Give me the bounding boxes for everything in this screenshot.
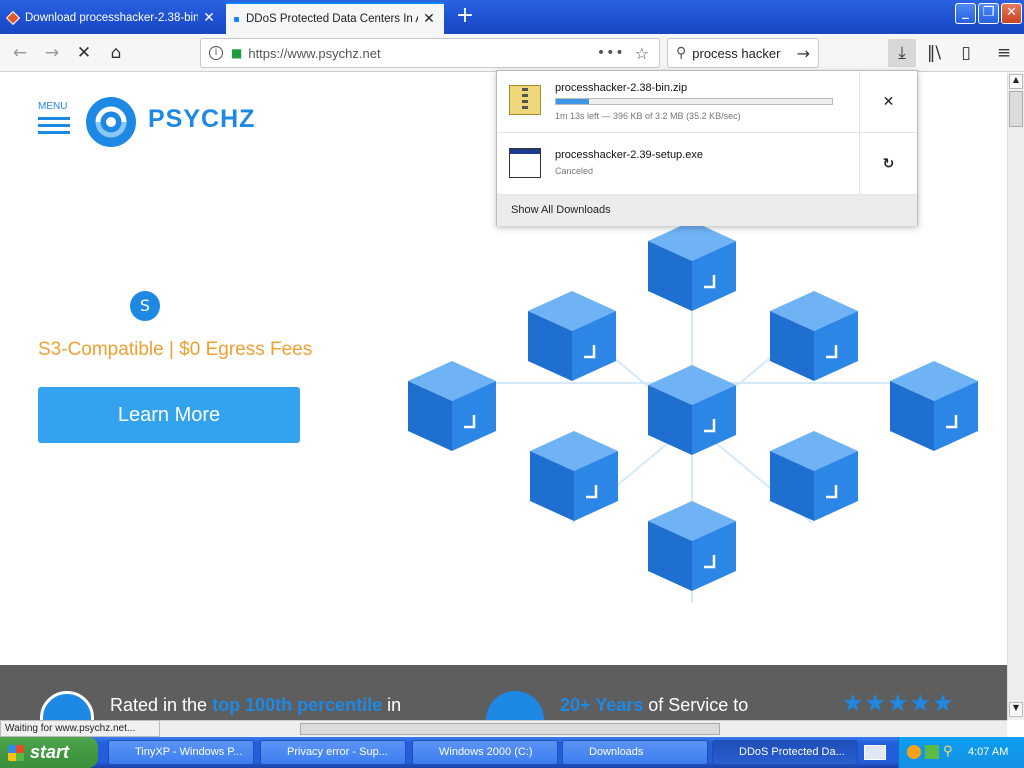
- stats-band: Rated in the top 100th percentile in 20+…: [0, 665, 1007, 720]
- diamond-icon: [5, 10, 21, 26]
- retry-icon: ↻: [882, 156, 895, 172]
- search-icon[interactable]: ⚲: [943, 744, 953, 759]
- url-bar[interactable]: i ■ https://www.psychz.net ••• ☆: [200, 38, 660, 68]
- datacenter-cubes-illustration: [406, 219, 980, 603]
- calendar-icon: [486, 691, 544, 720]
- cancel-icon: ✕: [882, 94, 895, 110]
- taskbar-item[interactable]: Downloads: [562, 740, 708, 765]
- search-input[interactable]: process hacker: [692, 46, 796, 61]
- info-icon[interactable]: i: [209, 46, 223, 60]
- close-tab-icon[interactable]: ✕: [422, 11, 436, 27]
- start-label: start: [30, 742, 70, 762]
- zip-file-icon: [509, 85, 541, 115]
- brand-name: PSYCHZ: [148, 105, 256, 133]
- tab-title: Download processhacker-2.38-bin: [25, 12, 198, 24]
- tab-title: DDoS Protected Data Centers In A: [246, 13, 418, 25]
- start-button[interactable]: start: [0, 737, 98, 768]
- taskbar-item[interactable]: TinyXP - Windows P...: [108, 740, 254, 765]
- close-tab-icon[interactable]: ✕: [202, 10, 216, 26]
- scroll-up-icon[interactable]: ▲: [1009, 74, 1023, 89]
- back-icon[interactable]: ←: [6, 39, 34, 67]
- menu-bar-2[interactable]: [38, 124, 70, 127]
- star-rating-icon: ★★★★★: [842, 689, 955, 717]
- tab-download-processhacker[interactable]: Download processhacker-2.38-bin ✕: [0, 2, 224, 34]
- tab-ddos-protected[interactable]: DDoS Protected Data Centers In A ✕: [226, 2, 444, 34]
- s-badge: S: [130, 291, 160, 321]
- minimize-button[interactable]: _: [955, 3, 976, 24]
- rating-text: Rated in the top 100th percentile in: [110, 695, 402, 715]
- download-status: Canceled: [555, 166, 594, 176]
- trust-badge-icon: [40, 691, 94, 720]
- keyboard-icon[interactable]: [864, 745, 886, 760]
- tray-icon[interactable]: [925, 745, 939, 759]
- cancel-download-button[interactable]: ✕: [859, 71, 917, 133]
- tagline: S3-Compatible | $0 Egress Fees: [38, 339, 313, 360]
- taskbar-item[interactable]: Windows 2000 (C:): [412, 740, 558, 765]
- download-item[interactable]: processhacker-2.39-setup.exe Canceled ↻: [497, 133, 917, 195]
- windows-logo-icon: [8, 745, 24, 761]
- page-actions-icon[interactable]: •••: [597, 45, 625, 61]
- downloads-icon[interactable]: ⤓: [888, 39, 916, 67]
- search-go-icon[interactable]: →: [797, 44, 810, 63]
- status-text: Waiting for www.psychz.net...: [0, 720, 160, 737]
- scroll-thumb[interactable]: [1009, 91, 1023, 127]
- tray-icon[interactable]: [907, 745, 921, 759]
- taskbar: start TinyXP - Windows P... Privacy erro…: [0, 737, 1024, 768]
- download-filename: processhacker-2.38-bin.zip: [555, 82, 688, 94]
- sidebar-icon[interactable]: ▯: [952, 39, 980, 67]
- vertical-scrollbar[interactable]: ▲ ▼: [1007, 73, 1024, 720]
- retry-download-button[interactable]: ↻: [859, 133, 917, 195]
- years-text: 20+ Years of Service to: [560, 695, 749, 715]
- downloads-panel: processhacker-2.38-bin.zip 1m 13s left —…: [496, 70, 918, 226]
- loading-dot-icon: [234, 16, 239, 22]
- taskbar-item-active[interactable]: DDoS Protected Da...: [712, 740, 858, 765]
- menu-label[interactable]: MENU: [38, 101, 67, 112]
- scroll-down-icon[interactable]: ▼: [1009, 702, 1023, 717]
- nav-bar: ← → ✕ ⌂ i ■ https://www.psychz.net ••• ☆…: [0, 34, 1024, 72]
- psychz-logo-icon: [86, 97, 136, 147]
- library-icon[interactable]: ‖\: [920, 39, 948, 67]
- maximize-button[interactable]: ❐: [978, 3, 999, 24]
- bookmark-star-icon[interactable]: ☆: [635, 44, 649, 63]
- tab-strip: Download processhacker-2.38-bin ✕ DDoS P…: [0, 0, 1024, 34]
- stop-icon[interactable]: ✕: [70, 39, 98, 67]
- download-progress-bar: [555, 98, 833, 105]
- search-icon: ⚲: [676, 45, 687, 61]
- taskbar-item[interactable]: Privacy error - Sup...: [260, 740, 406, 765]
- new-tab-button[interactable]: +: [452, 4, 478, 30]
- home-icon[interactable]: ⌂: [102, 39, 130, 67]
- lock-icon: ■: [231, 46, 243, 60]
- menu-bar-3[interactable]: [38, 131, 70, 134]
- url-text[interactable]: https://www.psychz.net: [248, 46, 597, 61]
- menu-bar-1[interactable]: [38, 117, 70, 120]
- hamburger-menu-icon[interactable]: ≡: [990, 39, 1018, 67]
- search-bar[interactable]: ⚲ process hacker →: [667, 38, 819, 68]
- download-filename: processhacker-2.39-setup.exe: [555, 149, 703, 161]
- learn-more-button[interactable]: Learn More: [38, 387, 300, 443]
- exe-file-icon: [509, 148, 541, 178]
- show-all-downloads-button[interactable]: Show All Downloads: [497, 195, 917, 226]
- download-status: 1m 13s left — 396 KB of 3.2 MB (35.2 KB/…: [555, 111, 741, 121]
- clock: 4:07 AM: [968, 746, 1009, 758]
- forward-icon[interactable]: →: [38, 39, 66, 67]
- close-window-button[interactable]: ✕: [1001, 3, 1022, 24]
- download-item[interactable]: processhacker-2.38-bin.zip 1m 13s left —…: [497, 71, 917, 133]
- site-logo[interactable]: MENU PSYCHZ: [36, 95, 256, 151]
- hscroll-thumb[interactable]: [300, 723, 720, 735]
- download-progress-fill: [556, 99, 590, 104]
